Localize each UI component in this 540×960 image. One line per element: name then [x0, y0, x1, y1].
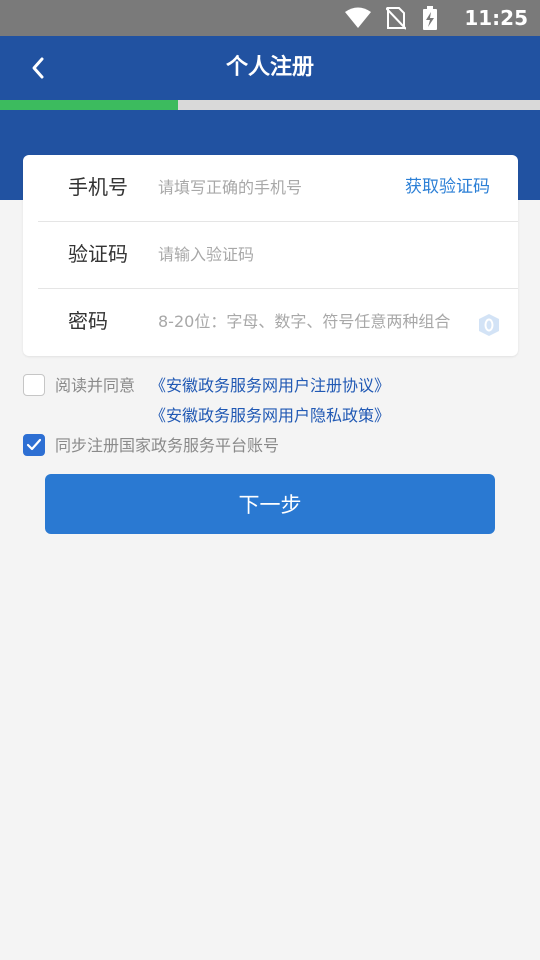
privacy-policy-link[interactable]: 《安徽政务服务网用户隐私政策》 — [150, 402, 390, 426]
back-button[interactable] — [20, 50, 56, 86]
registration-agreement-link[interactable]: 《安徽政务服务网用户注册协议》 — [150, 372, 390, 396]
code-label: 验证码 — [68, 242, 128, 266]
eye-icon[interactable] — [476, 312, 502, 338]
sync-checkbox[interactable] — [23, 434, 45, 456]
agreement-checkbox[interactable] — [23, 374, 45, 396]
app-bar: 个人注册 — [0, 36, 540, 100]
phone-input[interactable] — [158, 173, 378, 201]
progress-fill — [0, 100, 179, 110]
code-row: 验证码 — [38, 222, 518, 289]
no-sim-icon — [386, 7, 406, 30]
progress-bar — [0, 100, 540, 110]
check-icon — [26, 438, 42, 451]
register-form-card: 手机号 获取验证码 验证码 密码 — [23, 155, 518, 356]
wifi-icon — [345, 7, 371, 28]
password-input[interactable] — [158, 307, 460, 335]
agreement-prefix: 阅读并同意 — [55, 376, 136, 395]
status-time: 11:25 — [464, 6, 528, 30]
status-icons — [344, 6, 454, 30]
sync-label: 同步注册国家政务服务平台账号 — [55, 436, 280, 455]
battery-charging-icon — [423, 6, 437, 30]
next-step-button[interactable]: 下一步 — [45, 474, 495, 534]
chevron-left-icon — [32, 57, 44, 79]
page-title: 个人注册 — [225, 55, 314, 80]
password-label: 密码 — [68, 309, 108, 333]
code-input[interactable] — [158, 240, 378, 268]
get-code-button[interactable]: 获取验证码 — [405, 155, 490, 219]
phone-label: 手机号 — [68, 175, 128, 199]
password-row: 密码 — [38, 289, 518, 355]
status-bar: 11:25 — [0, 0, 540, 36]
phone-row: 手机号 获取验证码 — [38, 155, 518, 222]
